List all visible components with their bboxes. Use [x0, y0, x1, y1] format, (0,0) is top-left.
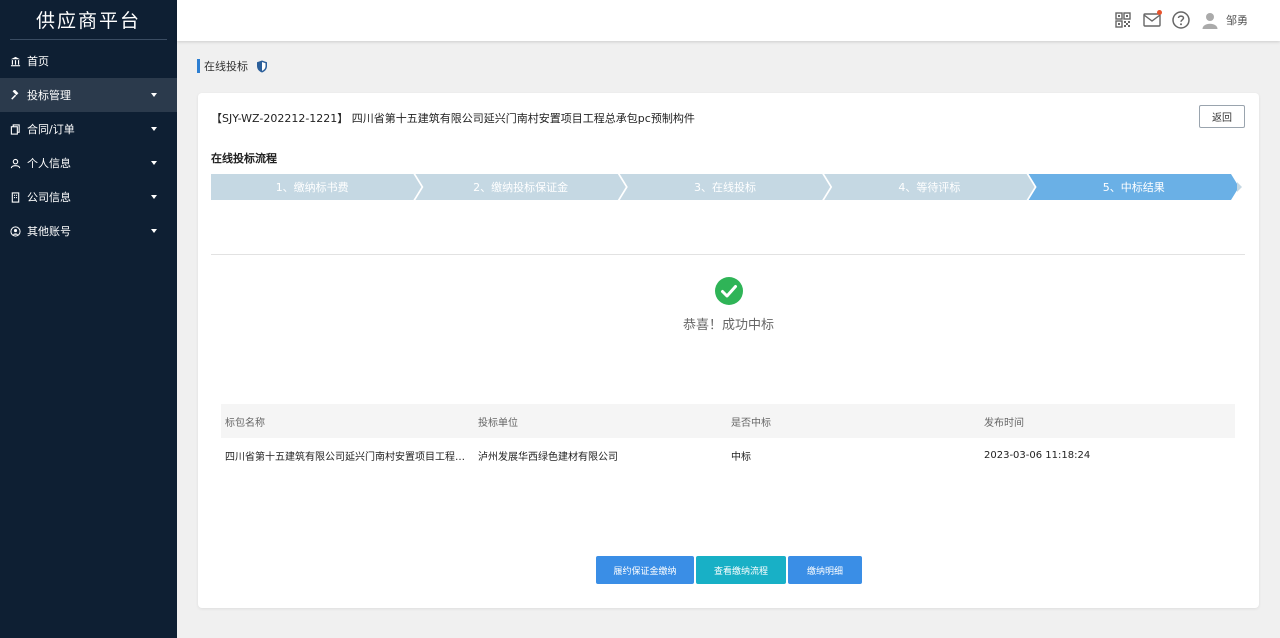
caret-down-icon: [151, 161, 157, 165]
sidebar-item-home[interactable]: 首页: [0, 44, 177, 78]
column-header: 投标单位: [478, 417, 518, 429]
gavel-icon: [9, 89, 21, 101]
breadcrumb: 在线投标: [197, 58, 268, 74]
caret-down-icon: [151, 229, 157, 233]
table-cell: 四川省第十五建筑有限公司延兴门南村安置项目工程总...: [225, 451, 474, 463]
caret-down-icon: [151, 93, 157, 97]
table-header: 标包名称 投标单位 是否中标 发布时间: [221, 404, 1235, 438]
sidebar-item-other-accounts[interactable]: 其他账号: [0, 214, 177, 248]
action-buttons: 履约保证金缴纳 查看缴纳流程 缴纳明细: [596, 556, 864, 584]
table-cell: 中标: [731, 451, 751, 463]
brand-title: 供应商平台: [10, 0, 167, 40]
account-circle-icon: [9, 225, 21, 237]
bid-card: 【SJY-WZ-202212-1221】 四川省第十五建筑有限公司延兴门南村安置…: [198, 93, 1259, 608]
caret-down-icon: [151, 195, 157, 199]
sidebar-item-personal[interactable]: 个人信息: [0, 146, 177, 180]
result-table: 标包名称 投标单位 是否中标 发布时间 四川省第十五建筑有限公司延兴门南村安置项…: [221, 404, 1235, 472]
copy-icon: [9, 123, 21, 135]
pay-performance-bond-button[interactable]: 履约保证金缴纳: [596, 556, 694, 584]
caret-down-icon: [151, 127, 157, 131]
table-cell: 泸州发展华西绿色建材有限公司: [478, 451, 618, 463]
avatar-icon[interactable]: [1200, 10, 1220, 30]
success-message: 恭喜！成功中标: [682, 318, 774, 333]
sidebar-item-label: 其他账号: [27, 225, 71, 238]
sidebar-item-label: 首页: [27, 55, 49, 68]
step-4: 4、等待评标: [898, 181, 961, 194]
sidebar-item-label: 投标管理: [27, 89, 71, 102]
sidebar-item-label: 公司信息: [27, 191, 71, 204]
divider: [211, 254, 1245, 255]
sidebar-item-company[interactable]: 公司信息: [0, 180, 177, 214]
help-icon[interactable]: [1171, 10, 1191, 30]
breadcrumb-label: 在线投标: [204, 60, 248, 73]
column-header: 发布时间: [984, 417, 1024, 429]
step-3: 3、在线投标: [693, 181, 756, 194]
sidebar-item-bidding[interactable]: 投标管理: [0, 78, 177, 112]
sidebar-item-contract[interactable]: 合同/订单: [0, 112, 177, 146]
sidebar: 供应商平台 首页 投标管理 合同/订单 个人信息 公司信息 其他账号: [0, 0, 177, 638]
flow-title: 在线投标流程: [211, 152, 277, 165]
step-progress: 1、缴纳标书费 2、缴纳投标保证金 3、在线投标 4、等待评标 5、中标结果: [211, 174, 1242, 200]
breadcrumb-bar: [197, 59, 200, 73]
check-circle-icon: [714, 277, 743, 305]
column-header: 标包名称: [225, 417, 265, 429]
step-1: 1、缴纳标书费: [275, 181, 349, 194]
success-block: 恭喜！成功中标: [198, 277, 1259, 333]
notification-dot: [1157, 10, 1162, 15]
step-arrow-tail: [1237, 182, 1242, 192]
column-header: 是否中标: [731, 417, 771, 429]
table-row: 四川省第十五建筑有限公司延兴门南村安置项目工程总... 泸州发展华西绿色建材有限…: [221, 438, 1235, 472]
table-cell: 2023-03-06 11:18:24: [984, 449, 1091, 461]
sidebar-item-label: 合同/订单: [27, 123, 75, 136]
building-icon: [9, 191, 21, 203]
shield-icon: [256, 60, 268, 73]
sidebar-item-label: 个人信息: [27, 157, 71, 170]
mail-icon[interactable]: [1142, 10, 1162, 30]
step-2: 2、缴纳投标保证金: [473, 181, 569, 194]
bank-icon: [9, 55, 21, 67]
project-title: 【SJY-WZ-202212-1221】 四川省第十五建筑有限公司延兴门南村安置…: [211, 112, 695, 125]
sidebar-menu: 首页 投标管理 合同/订单 个人信息 公司信息 其他账号: [0, 44, 177, 248]
qrcode-icon[interactable]: [1113, 10, 1133, 30]
back-button[interactable]: 返回: [1199, 105, 1245, 128]
view-payment-process-button[interactable]: 查看缴纳流程: [696, 556, 786, 584]
payment-details-button[interactable]: 缴纳明细: [788, 556, 862, 584]
user-icon: [9, 157, 21, 169]
top-header: 邹勇: [177, 0, 1280, 41]
username[interactable]: 邹勇: [1226, 12, 1248, 28]
step-5: 5、中标结果: [1102, 181, 1165, 194]
